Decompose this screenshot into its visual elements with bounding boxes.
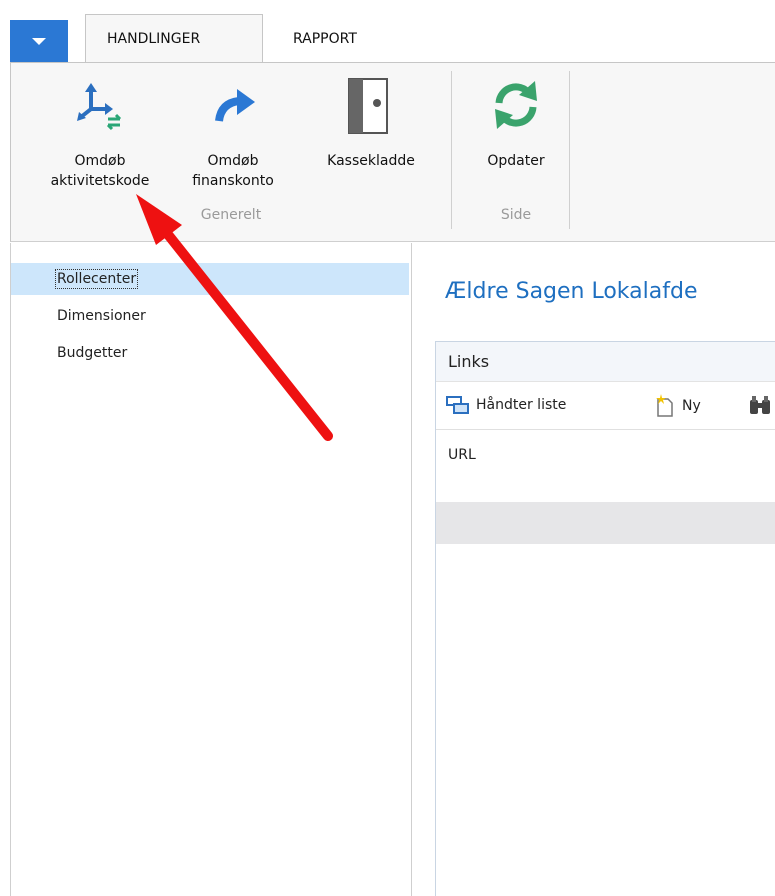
find-button[interactable] [748,394,772,416]
dropdown-caret-icon [32,38,46,45]
button-label: finanskonto [192,173,274,189]
group-separator [451,71,452,229]
refresh-button[interactable]: Opdater [461,71,571,207]
nav-item-label: Budgetter [57,345,128,361]
button-label: Omdøb [74,153,126,169]
cash-journal-button[interactable]: Kassekladde [301,71,441,207]
group-label-side: Side [500,207,532,223]
ribbon-tabbar: HANDLINGER RAPPORT [0,0,775,63]
binoculars-icon [750,396,770,414]
new-document-icon [656,394,673,417]
rename-activity-code-button[interactable]: Omdøb aktivitetskode [25,71,175,207]
manage-list-label: Håndter liste [476,397,567,413]
tab-rapport[interactable]: RAPPORT [272,14,402,63]
button-label: aktivitetskode [50,173,150,189]
page-title: Ældre Sagen Lokalafde [445,279,698,304]
group-separator [569,71,570,229]
button-label: Opdater [487,153,545,169]
links-part-header[interactable]: Links [436,342,775,382]
manage-list-button[interactable]: Håndter liste [446,394,566,416]
new-label: Ny [682,398,701,414]
nav-item-label: Rollecenter [54,269,139,289]
ribbon: Omdøb aktivitetskode Omdøb finanskonto K… [10,62,775,242]
group-label-generelt: Generelt [200,207,262,223]
rename-dimension-icon [77,83,122,131]
nav-item-dimensioner[interactable]: Dimensioner [11,300,409,332]
tab-handlinger[interactable]: HANDLINGER [85,14,263,63]
new-button[interactable]: Ny [654,394,701,418]
rename-gl-account-button[interactable]: Omdøb finanskonto [181,71,285,207]
nav-item-budgetter[interactable]: Budgetter [11,337,409,369]
refresh-icon [495,81,537,129]
table-row[interactable] [436,502,775,544]
rename-arrow-icon [215,89,255,122]
links-toolbar: Håndter liste Ny [436,382,775,430]
links-part: Links Håndter liste Ny URL [435,341,775,896]
button-label: Omdøb [207,153,259,169]
navigation-pane: Rollecenter Dimensioner Budgetter [10,243,412,896]
main-content: Ældre Sagen Lokalafde Links Håndter list… [413,243,775,896]
nav-item-label: Dimensioner [57,308,146,324]
nav-item-rollecenter[interactable]: Rollecenter [11,263,409,295]
journal-book-icon [348,78,388,134]
manage-list-icon [446,396,469,414]
column-header-url[interactable]: URL [448,447,476,463]
application-menu-button[interactable] [10,20,68,62]
button-label: Kassekladde [327,153,415,169]
